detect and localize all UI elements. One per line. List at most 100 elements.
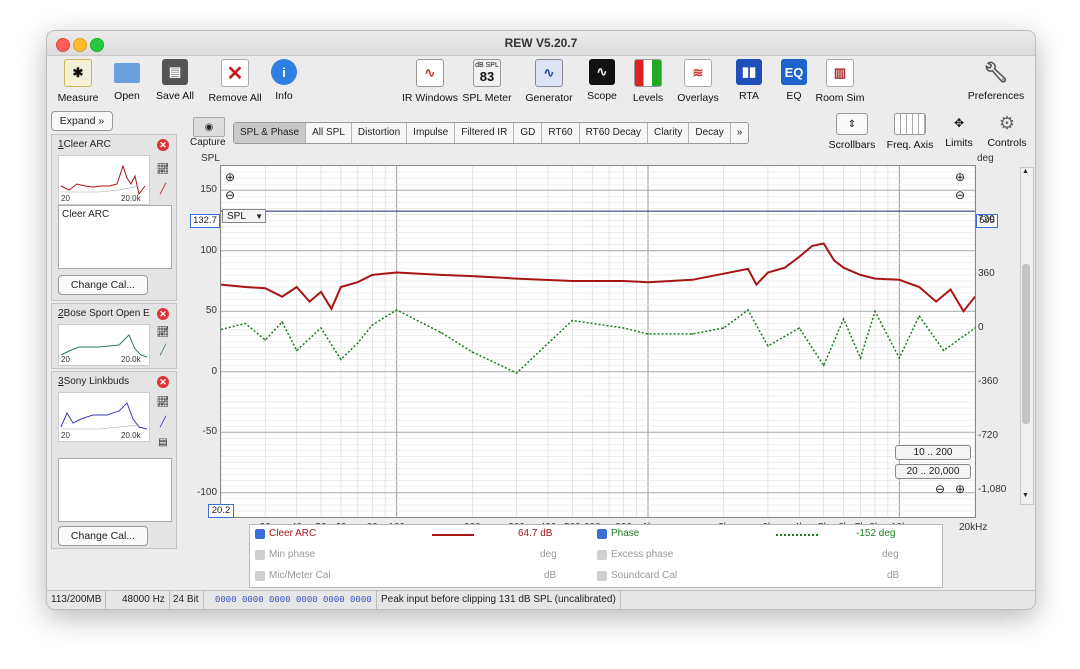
tab-rt60[interactable]: RT60 (542, 123, 580, 143)
zoom-out-icon[interactable]: ⊖ (225, 188, 235, 202)
x-zoom-in-icon[interactable]: ⊕ (955, 482, 965, 496)
trace-select-dropdown[interactable]: SPL ▼ (222, 209, 266, 223)
controls-button[interactable]: ⚙ Controls (975, 113, 1035, 150)
preferences-button[interactable]: 🔧︎ Preferences (964, 59, 1028, 103)
zoom-in-icon[interactable]: ⊕ (225, 170, 235, 184)
phase-checkbox[interactable] (597, 529, 607, 539)
change-cal-button[interactable]: Change Cal... (58, 275, 148, 295)
phase-point (356, 342, 359, 344)
rta-label: RTA (738, 90, 760, 102)
zoom-in-right-icon[interactable]: ⊕ (955, 170, 965, 184)
tab-filtered-ir[interactable]: Filtered IR (455, 123, 515, 143)
spl-point (798, 255, 801, 258)
input-levels-status: 0000 0000 0000 0000 0000 0000 (211, 591, 377, 609)
remove-measurement-icon[interactable]: ✕ (157, 308, 169, 320)
info-button[interactable]: i Info (252, 59, 316, 102)
vertical-scrollbar[interactable]: ▲ ▼ (1020, 167, 1034, 505)
min-phase-checkbox[interactable] (255, 550, 265, 560)
clipping-status: Peak input before clipping 131 dB SPL (u… (377, 591, 621, 609)
phase-point (471, 351, 474, 353)
tab-gd[interactable]: GD (514, 123, 543, 143)
legend-excess-phase: Excess phase (611, 549, 674, 560)
remove-measurement-icon[interactable]: ✕ (157, 376, 169, 388)
spl-meter-icon: dB SPL 83 (473, 59, 501, 87)
spl-point (962, 310, 965, 313)
freq-axis-icon (894, 113, 926, 135)
tab-decay[interactable]: Decay (689, 123, 731, 143)
scope-label: Scope (587, 90, 617, 102)
phase-point (395, 309, 398, 311)
trace-color-icon[interactable]: ╱ (157, 183, 169, 195)
measurement-item-bose[interactable]: 2Bose Sport Open E 20 20.0k ✕ 📈︎ ╱ (51, 303, 177, 369)
graph-icon[interactable]: 📈︎ (157, 326, 170, 338)
expand-button[interactable]: Expand » (51, 111, 113, 131)
graph-icon[interactable]: 📈︎ (157, 163, 170, 175)
phase-point (918, 315, 921, 317)
range-10-200-button[interactable]: 10 .. 200 (895, 445, 971, 460)
scrollbar-thumb[interactable] (1022, 264, 1030, 424)
excess-phase-checkbox[interactable] (597, 550, 607, 560)
room-sim-button[interactable]: ▥ Room Sim (808, 59, 872, 104)
change-cal-button[interactable]: Change Cal... (58, 526, 148, 546)
scroll-up-icon[interactable]: ▲ (1022, 168, 1029, 175)
tab-rt60-decay[interactable]: RT60 Decay (580, 123, 648, 143)
spl-phase-chart[interactable] (220, 165, 976, 518)
graph-tabs: SPL & Phase All SPL Distortion Impulse F… (233, 122, 750, 144)
y-tick-label: 50 (205, 305, 217, 317)
notes-icon[interactable]: ▤ (157, 436, 169, 448)
phase-point (859, 357, 862, 359)
legend-mic-cal: Mic/Meter Cal (269, 570, 331, 581)
phase-point (622, 327, 625, 329)
measurement-thumbnail: 20 20.0k (58, 392, 150, 442)
spl-point (622, 280, 625, 282)
phase-line-sample (776, 534, 818, 536)
overlays-label: Overlays (677, 92, 719, 104)
scroll-down-icon[interactable]: ▼ (1022, 492, 1029, 499)
camera-icon[interactable]: ◉ (193, 117, 225, 137)
measurement-item-cleer-arc[interactable]: 1Cleer ARC 20 20.0k ✕ 📈︎ ╱ ▤ Cleer ARC C… (51, 134, 177, 301)
spl-meter-button[interactable]: dB SPL 83 SPL Meter (455, 59, 519, 104)
soundcard-cal-checkbox[interactable] (597, 571, 607, 581)
tab-clarity[interactable]: Clarity (648, 123, 690, 143)
tab-impulse[interactable]: Impulse (407, 123, 456, 143)
save-all-button[interactable]: ▤ Save All (143, 59, 207, 102)
phase-point (898, 357, 901, 359)
phase-point (371, 324, 374, 326)
legend-spl-name: Cleer ARC (269, 528, 317, 539)
rew-window: REW V5.20.7 ✱ Measure Open ▤ Save All ✕ … (46, 30, 1036, 610)
zoom-out-right-icon[interactable]: ⊖ (955, 188, 965, 202)
legend-panel: Cleer ARC 64.7 dB Phase -152 deg Min pha… (249, 524, 943, 588)
spl-point (898, 278, 901, 281)
sine-wave-icon: ∿ (535, 59, 563, 87)
phase-point (340, 358, 342, 361)
eq-label: EQ (786, 90, 802, 102)
graph-area[interactable]: SPL ▼ ⊕ ⊖ ⊕ ⊖ 10 .. 200 20 .. 20,000 ⊖ ⊕ (220, 165, 976, 518)
phase-point (264, 339, 267, 341)
scrollbars-button[interactable]: ⇕ Scrollbars (820, 113, 884, 151)
trace-color-icon[interactable]: ╱ (157, 344, 169, 356)
measurement-notes[interactable]: Cleer ARC (58, 205, 172, 269)
measurement-item-sony[interactable]: 3Sony Linkbuds 20 20.0k ✕ 📈︎ ╱ ▤ Change … (51, 371, 177, 549)
range-20-20000-button[interactable]: 20 .. 20,000 (895, 464, 971, 479)
capture-label[interactable]: Capture (190, 137, 226, 148)
remove-measurement-icon[interactable]: ✕ (157, 139, 169, 151)
eq-icon: EQ (781, 59, 807, 85)
spl-meter-label: SPL Meter (462, 92, 512, 104)
tab-more[interactable]: » (731, 123, 749, 143)
phase-point (515, 372, 518, 374)
graph-icon[interactable]: 📈︎ (157, 396, 170, 408)
tab-all-spl[interactable]: All SPL (306, 123, 352, 143)
tab-spl-phase[interactable]: SPL & Phase (234, 123, 307, 143)
ir-windows-button[interactable]: ∿ IR Windows (398, 59, 462, 104)
cursor-x-value: 20.2 (208, 504, 234, 518)
spl-point (755, 283, 758, 286)
tab-distortion[interactable]: Distortion (352, 123, 408, 143)
mic-cal-checkbox[interactable] (255, 571, 265, 581)
legend-phase-value: -152 deg (856, 528, 896, 539)
phase-point (874, 310, 876, 313)
trace-color-icon[interactable]: ╱ (157, 416, 169, 428)
x-zoom-out-icon[interactable]: ⊖ (935, 482, 945, 496)
measurement-notes[interactable] (58, 458, 172, 522)
spl-point (264, 287, 267, 290)
cleer-arc-checkbox[interactable] (255, 529, 265, 539)
